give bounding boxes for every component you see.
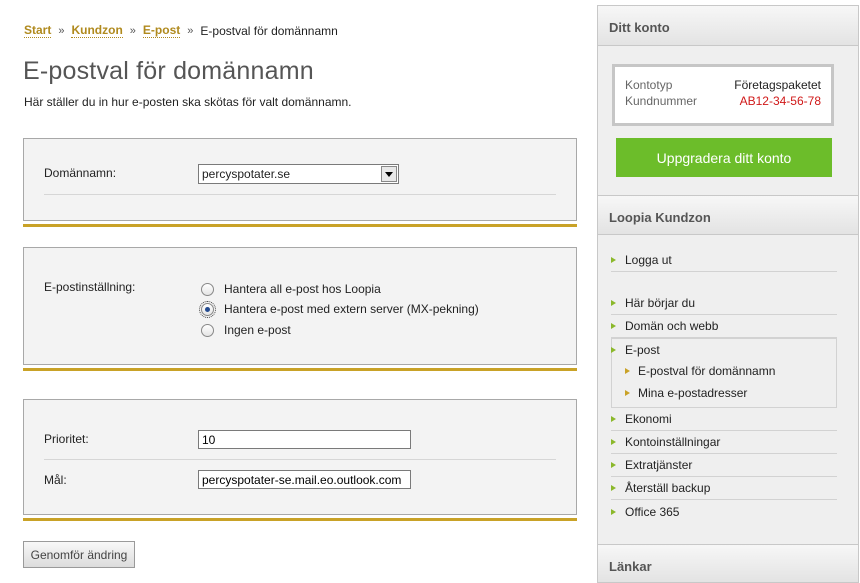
arrow-bullet-icon (611, 416, 616, 422)
subnav-label: Mina e-postadresser (638, 386, 748, 400)
arrow-bullet-icon (611, 508, 616, 515)
links-heading: Länkar (598, 544, 858, 583)
arrow-bullet-icon (611, 300, 616, 306)
email-setting-label: E-postinställning: (44, 280, 136, 294)
radio-label: Hantera all e-post hos Loopia (224, 282, 381, 296)
nav-label: Ekonomi (625, 412, 672, 426)
subnav-label: E-postval för domännamn (638, 364, 776, 378)
divider (44, 194, 556, 195)
breadcrumb-start[interactable]: Start (24, 23, 52, 38)
submit-button[interactable]: Genomför ändring (23, 541, 135, 568)
arrow-bullet-icon (611, 462, 616, 468)
arrow-bullet-icon (625, 390, 630, 396)
account-info-box: Kontotyp Företagspaketet Kundnummer AB12… (612, 64, 834, 126)
subnav-email-addresses[interactable]: Mina e-postadresser (625, 386, 747, 400)
nav-label: Logga ut (625, 253, 672, 267)
customer-number-label: Kundnummer (625, 94, 698, 108)
domain-select[interactable]: percyspotater.se (198, 164, 399, 184)
arrow-bullet-icon (611, 323, 616, 329)
kundzon-heading: Loopia Kundzon (598, 195, 858, 235)
nav-label: Office 365 (625, 504, 680, 519)
nav-label: Återställ backup (625, 481, 711, 495)
priority-label: Prioritet: (44, 432, 89, 446)
page-intro: Här ställer du in hur e-posten ska sköta… (24, 95, 352, 109)
account-heading: Ditt konto (598, 6, 858, 46)
divider (44, 459, 556, 460)
breadcrumb-separator: » (187, 24, 194, 37)
breadcrumb: Start » Kundzon » E-post » E-postval för… (24, 23, 338, 38)
arrow-bullet-icon (611, 346, 616, 353)
panel-accent-bar (23, 368, 577, 371)
chevron-down-icon[interactable] (381, 166, 397, 182)
account-type-value: Företagspaketet (734, 78, 821, 92)
panel-accent-bar (23, 224, 577, 227)
domain-select-value: percyspotater.se (202, 167, 291, 181)
priority-input[interactable] (198, 430, 411, 449)
nav-label: Kontoinställningar (625, 435, 721, 449)
radio-option-external[interactable]: Hantera e-post med extern server (MX-pek… (199, 300, 479, 318)
arrow-bullet-icon (611, 257, 616, 263)
domain-label: Domännamn: (44, 166, 117, 180)
customer-number-value: AB12-34-56-78 (739, 94, 821, 108)
page-title: E-postval för domännamn (23, 57, 314, 85)
target-label: Mål: (44, 473, 67, 487)
nav-extra-services[interactable]: Extratjänster (611, 454, 837, 477)
radio-option-loopia[interactable]: Hantera all e-post hos Loopia (201, 282, 381, 296)
nav-label: E-post (625, 342, 660, 357)
subnav-email-choice[interactable]: E-postval för domännamn (625, 364, 775, 378)
mx-panel (23, 399, 577, 515)
breadcrumb-separator: » (129, 24, 136, 37)
upgrade-account-button[interactable]: Uppgradera ditt konto (616, 138, 832, 177)
nav-logout[interactable]: Logga ut (611, 249, 837, 272)
nav-domain-web[interactable]: Domän och webb (611, 315, 837, 338)
radio-button[interactable] (201, 323, 214, 337)
radio-button[interactable] (201, 282, 214, 296)
breadcrumb-epost[interactable]: E-post (142, 23, 181, 38)
breadcrumb-current: E-postval för domännamn (200, 23, 338, 38)
nav-label: Extratjänster (625, 458, 693, 472)
breadcrumb-kundzon[interactable]: Kundzon (71, 23, 123, 38)
nav-email[interactable]: E-post (611, 338, 837, 361)
nav-label: Domän och webb (625, 319, 719, 333)
account-type-label: Kontotyp (625, 78, 673, 92)
nav-office365[interactable]: Office 365 (611, 500, 837, 523)
radio-option-none[interactable]: Ingen e-post (201, 323, 291, 337)
breadcrumb-separator: » (58, 24, 65, 37)
arrow-bullet-icon (625, 368, 630, 374)
nav-account-settings[interactable]: Kontoinställningar (611, 431, 837, 454)
target-input[interactable] (198, 470, 411, 489)
nav-economy[interactable]: Ekonomi (611, 408, 837, 431)
radio-label: Ingen e-post (224, 323, 291, 337)
radio-button-selected[interactable] (199, 300, 216, 318)
nav-start-here[interactable]: Här börjar du (611, 292, 837, 315)
arrow-bullet-icon (611, 485, 616, 491)
nav-restore-backup[interactable]: Återställ backup (611, 477, 837, 500)
panel-accent-bar (23, 518, 577, 521)
radio-label: Hantera e-post med extern server (MX-pek… (224, 302, 479, 316)
arrow-bullet-icon (611, 439, 616, 445)
nav-label: Här börjar du (625, 296, 696, 310)
